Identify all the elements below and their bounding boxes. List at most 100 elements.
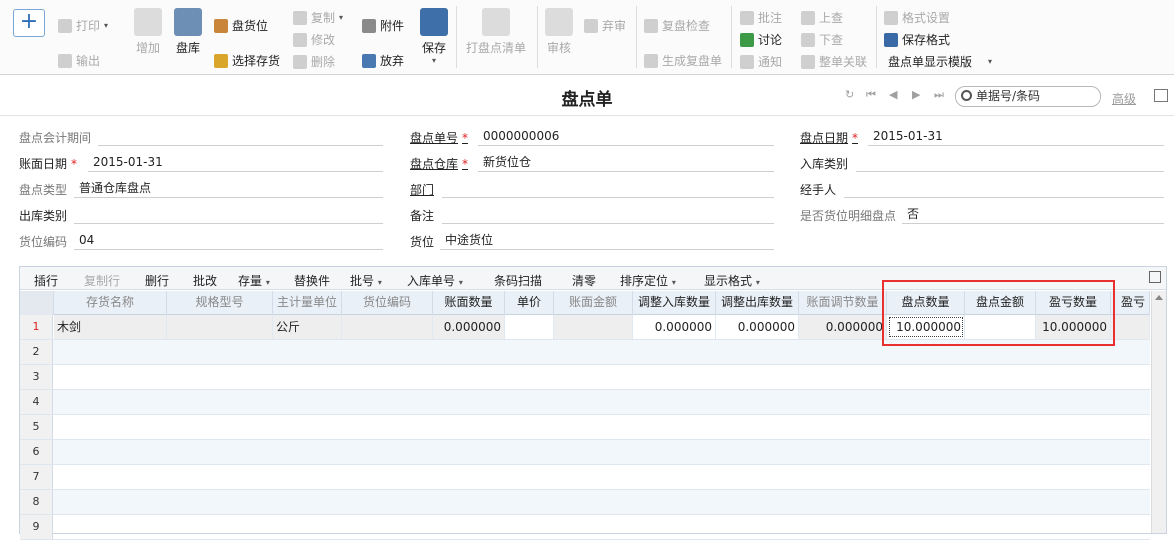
location-field[interactable]: 中途货位 [440,232,774,250]
notify-button[interactable]: 通知 [740,53,782,70]
in-type-field[interactable] [856,154,1164,172]
gen-recheck-button[interactable]: 生成复盘单 [644,52,722,69]
export-button[interactable]: 输出 [58,52,100,69]
col-header[interactable]: 调整出库数量 [716,291,799,315]
expand-grid-icon[interactable] [1149,271,1161,283]
period-field[interactable] [98,128,383,146]
in-bill-button[interactable]: 入库单号 ▾ [407,272,463,289]
table-row[interactable]: 4 [20,390,1150,415]
col-header[interactable]: 盈亏 [1111,291,1150,315]
cell-adj-book[interactable]: 0.000000 [799,315,887,339]
col-header[interactable]: 货位编码 [342,291,433,315]
substitute-button[interactable]: 替换件 [294,272,330,289]
search-input[interactable]: 单据号/条码 [955,86,1101,107]
cell-unit[interactable]: 公斤 [273,315,342,339]
next-record-icon[interactable]: ▶ [912,89,922,100]
vertical-scrollbar[interactable] [1151,291,1166,533]
cell-name[interactable]: 木剑 [54,315,167,339]
cell-adj-out[interactable]: 0.000000 [716,315,799,339]
prev-record-icon[interactable]: ◀ [889,89,899,100]
cell-spec[interactable] [167,315,273,339]
batch-edit-button[interactable]: 批改 [193,272,217,289]
new-tab-button[interactable]: + [13,9,45,37]
cell-diff-qty[interactable]: 10.000000 [1036,315,1111,339]
cell-check-amt[interactable] [965,315,1036,339]
col-header[interactable]: 盘点金额 [965,291,1036,315]
cell-diff-x[interactable] [1111,315,1150,339]
advanced-search-link[interactable]: 高级 [1112,90,1136,107]
cell-loc[interactable] [342,315,433,339]
modify-button[interactable]: 修改 [293,31,335,48]
insert-row-button[interactable]: 插行 [34,272,58,289]
col-header[interactable]: 存货名称 [54,291,167,315]
copy-row-button[interactable]: 复制行 [84,272,120,289]
print-button[interactable]: 打印 ▾ [58,17,108,34]
whole-link-button[interactable]: 整单关联 [801,53,867,70]
select-inventory-button[interactable]: 选择存货 [214,52,280,69]
barcode-scan-button[interactable]: 条码扫描 [494,272,542,289]
dept-field[interactable] [442,180,774,198]
print-list-button[interactable]: 打盘点清单 [463,8,529,56]
abandon-audit-button[interactable]: 弃审 [584,17,626,34]
col-header[interactable]: 盘点数量 [887,291,965,315]
last-record-icon[interactable]: ⏭ [934,89,944,100]
delete-row-button[interactable]: 删行 [145,272,169,289]
cell-check-qty[interactable]: 10.000000 [887,315,965,339]
stock-button[interactable]: 存量 ▾ [238,272,270,289]
cell-book-qty[interactable]: 0.000000 [433,315,505,339]
col-header[interactable]: 主计量单位 [273,291,342,315]
annotate-button[interactable]: 批注 [740,9,782,26]
col-header[interactable]: 单价 [505,291,554,315]
table-row[interactable]: 6 [20,440,1150,465]
discuss-button[interactable]: 讨论 [740,31,782,48]
location-check-button[interactable]: 盘货位 [214,17,268,34]
loc-code-field[interactable]: 04 [74,232,383,250]
delete-button[interactable]: 删除 [293,53,335,70]
lot-button[interactable]: 批号 ▾ [350,272,382,289]
save-format-button[interactable]: 保存格式 [884,31,950,48]
col-header[interactable]: 账面金额 [554,291,633,315]
first-record-icon[interactable]: ⏮ [866,89,876,100]
trace-up-button[interactable]: 上查 [801,9,843,26]
audit-button[interactable]: 审核 [544,8,574,56]
attachment-button[interactable]: 附件 [362,17,404,34]
cell-price[interactable] [505,315,554,339]
col-header[interactable]: 调整入库数量 [633,291,716,315]
handler-field[interactable] [844,180,1164,198]
format-setting-button[interactable]: 格式设置 [884,9,950,26]
copy-button[interactable]: 复制 ▾ [293,9,343,26]
remark-field[interactable] [442,206,774,224]
date-field[interactable]: 2015-01-31 [868,128,1164,146]
warehouse-field[interactable]: 新货位仓 [478,154,774,172]
col-header[interactable]: 账面数量 [433,291,505,315]
cell-adj-in[interactable]: 0.000000 [633,315,716,339]
detail-check-field[interactable]: 否 [902,206,1164,224]
col-header[interactable]: 盈亏数量 [1036,291,1111,315]
table-row[interactable]: 8 [20,490,1150,515]
recheck-button[interactable]: 复盘检查 [644,17,710,34]
table-row[interactable]: 3 [20,365,1150,390]
add-button[interactable]: 增加 [132,8,164,56]
out-type-field[interactable] [74,206,383,224]
table-row[interactable]: 5 [20,415,1150,440]
book-date-field[interactable]: 2015-01-31 [88,154,383,172]
bill-no-field[interactable]: 0000000006 [478,128,774,146]
clear-zero-button[interactable]: 清零 [572,272,596,289]
table-row[interactable]: 2 [20,340,1150,365]
refresh-icon[interactable]: ↻ [845,89,855,100]
template-select[interactable]: 盘点单显示模版 ▾ [888,53,992,70]
scroll-up-icon[interactable] [1155,295,1163,300]
trace-down-button[interactable]: 下查 [801,31,843,48]
col-header[interactable]: 规格型号 [167,291,273,315]
save-button[interactable]: 保存 ▾ [418,8,450,65]
display-format-button[interactable]: 显示格式 ▾ [704,272,760,289]
sort-locate-button[interactable]: 排序定位 ▾ [620,272,676,289]
cell-book-amt[interactable] [554,315,633,339]
table-row[interactable]: 7 [20,465,1150,490]
table-row[interactable]: 9 [20,515,1150,540]
check-type-field[interactable]: 普通仓库盘点 [74,180,383,198]
table-row[interactable]: 1 木剑 公斤 0.000000 0.000000 0.000000 0.000000 10.… [20,315,1150,340]
layout-icon[interactable] [1154,89,1168,102]
discard-button[interactable]: 放弃 [362,52,404,69]
col-header[interactable]: 账面调节数量 [799,291,887,315]
